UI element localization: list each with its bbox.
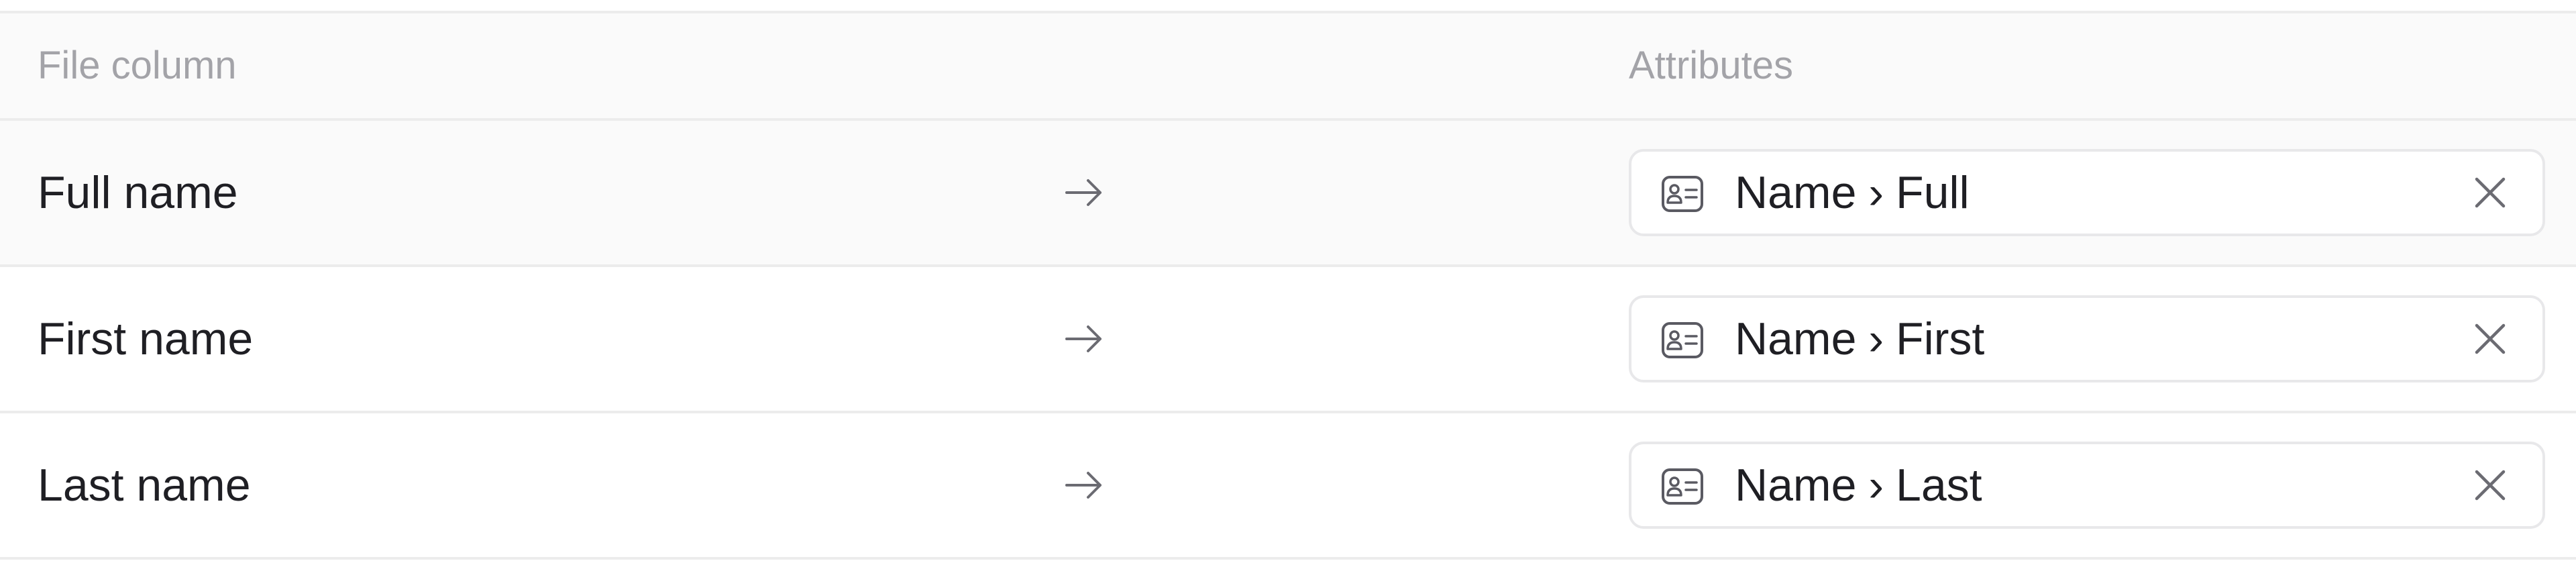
attribute-group: Name: [1735, 460, 1857, 511]
contact-card-icon: [1661, 321, 1704, 359]
attribute-field: Last: [1896, 460, 1982, 511]
chevron-separator: ›: [1868, 313, 1884, 364]
file-column-name: Last name: [38, 460, 251, 511]
attribute-group: Name: [1735, 167, 1857, 218]
attribute-group: Name: [1735, 313, 1857, 364]
close-icon[interactable]: [2471, 174, 2509, 211]
attribute-field: First: [1896, 313, 1985, 364]
attribute-select[interactable]: Name › First: [1629, 295, 2545, 382]
column-mapping-table: File column Attributes Full name Name › Fu…: [0, 11, 2576, 560]
arrow-right-icon: [1063, 172, 1106, 213]
chevron-separator: ›: [1868, 460, 1884, 511]
attributes-header: Attributes: [1629, 44, 1793, 87]
close-icon[interactable]: [2471, 320, 2509, 358]
attribute-path: Name › Full: [1735, 152, 1970, 234]
file-column-name: First name: [38, 313, 254, 364]
arrow-right-icon: [1063, 319, 1106, 359]
table-header: File column Attributes: [0, 13, 2576, 121]
attribute-path: Name › Last: [1735, 444, 1982, 526]
arrow-right-icon: [1063, 465, 1106, 505]
contact-card-icon: [1661, 175, 1704, 213]
file-column-name: Full name: [38, 167, 238, 218]
table-row: Full name Name › Full: [0, 121, 2576, 267]
attribute-select[interactable]: Name › Full: [1629, 149, 2545, 236]
table-row: First name Name › First: [0, 267, 2576, 413]
attribute-path: Name › First: [1735, 298, 1984, 380]
contact-card-icon: [1661, 468, 1704, 505]
close-icon[interactable]: [2471, 466, 2509, 504]
attribute-select[interactable]: Name › Last: [1629, 442, 2545, 529]
attribute-field: Full: [1896, 167, 1970, 218]
chevron-separator: ›: [1868, 167, 1884, 218]
file-column-header: File column: [38, 44, 237, 87]
table-row: Last name Name › Last: [0, 413, 2576, 560]
